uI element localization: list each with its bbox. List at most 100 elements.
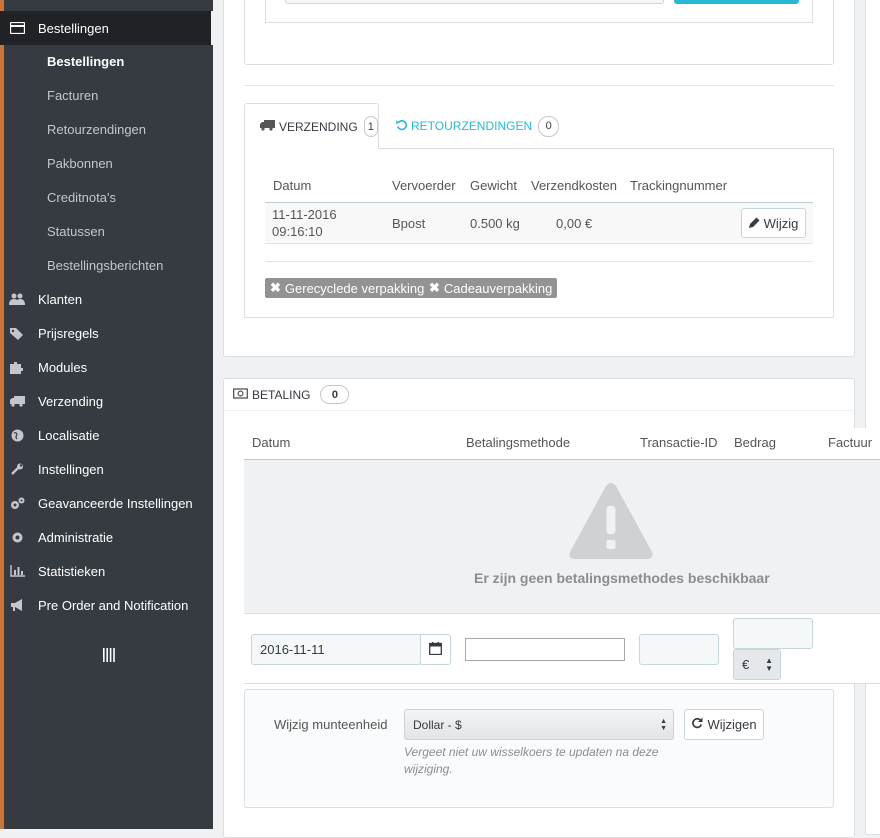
sidebar-item-label: Verzending [38,393,104,409]
tag-label: Cadeauverpakking [443,280,553,296]
cell-cost: 0,00 € [556,216,593,231]
currency-dropdown[interactable]: Dollar - $ ▲ ▼ [404,709,674,740]
sidebar-item-label: Klanten [38,291,83,307]
col-header: Transactie-ID [640,435,718,450]
currency-change-label: Wijzig munteenheid [274,717,388,732]
sidebar: Bestellingen Bestellingen Facturen Retou… [0,0,213,829]
sidebar-item-verzending[interactable]: Verzending [0,384,213,418]
button-label: Wijzigen [707,717,757,732]
truck-icon [9,395,25,407]
dropdown-value: Dollar - $ [413,717,462,732]
sidebar-subitem-retourzendingen[interactable]: Retourzendingen [47,122,146,137]
sidebar-item-administratie[interactable]: Administratie [0,520,213,554]
sidebar-item-modules[interactable]: Modules [0,350,213,384]
cogs-icon [9,497,25,510]
sidebar-item-pre-order[interactable]: Pre Order and Notification [0,588,213,622]
button-label: Wijzig [763,215,799,231]
divider [244,85,834,86]
credit-card-icon [9,22,25,34]
sidebar-item-label: Bestellingen [38,20,109,36]
sidebar-item-label: Instellingen [38,461,104,477]
sidebar-subitem-statussen[interactable]: Statussen [47,224,105,239]
bar-chart-icon [9,565,25,577]
select-arrows-icon: ▲ ▼ [765,656,773,673]
cell-weight: 0.500 kg [470,216,520,231]
sidebar-item-geavanceerde-instellingen[interactable]: Geavanceerde Instellingen [0,486,213,520]
sidebar-subitem-creditnotas[interactable]: Creditnota's [47,190,116,205]
tab-label: VERZENDING [279,119,358,134]
bullhorn-icon [9,598,25,612]
sidebar-item-label: Pre Order and Notification [38,597,189,613]
amount-input[interactable] [733,618,813,649]
col-header: Gewicht [470,178,517,193]
top-primary-button[interactable] [674,0,799,4]
cell-carrier: Bpost [392,216,426,231]
calendar-button[interactable] [420,634,451,665]
table-row [265,202,813,244]
sidebar-item-label: Geavanceerde Instellingen [38,495,193,511]
col-header: Datum [252,435,291,450]
divider [265,261,813,262]
warning-icon [568,482,654,563]
cell-time: 09:16:10 [272,224,323,239]
payment-date-input[interactable]: 2016-11-11 [251,634,421,665]
pencil-icon [748,216,760,231]
payment-method-input[interactable] [465,638,625,661]
col-header: Verzendkosten [531,178,618,193]
sidebar-item-bestellingen[interactable]: Bestellingen [0,11,213,45]
change-currency-button[interactable]: Wijzigen [684,709,764,740]
tab-count-badge: 0 [538,115,560,137]
tag-gift: ✖ Cadeauverpakking [424,278,558,298]
sidebar-collapse-icon[interactable] [103,648,115,665]
select-arrows-icon: ▲ ▼ [660,718,667,732]
currency-value: € [742,657,750,672]
payment-title: BETALING [252,387,311,402]
currency-help-text: Vergeet niet uw wisselkoers te updaten n… [404,745,659,776]
tab-verzending[interactable]: VERZENDING 1 [244,103,379,149]
sidebar-item-label: Modules [38,359,88,375]
sidebar-item-statistieken[interactable]: Statistieken [0,554,213,588]
undo-icon [396,119,408,134]
tab-count-badge: 1 [363,116,378,137]
sidebar-item-localisatie[interactable]: Localisatie [0,418,213,452]
active-marker [211,11,213,45]
empty-state [244,460,880,614]
tag-label: Gerecyclede verpakking [284,280,425,296]
gear-icon [9,531,25,544]
sidebar-item-prijsregels[interactable]: Prijsregels [0,316,213,350]
empty-message: Er zijn geen betalingsmethodes beschikba… [474,570,770,586]
payment-count-badge: 0 [320,385,350,404]
top-input[interactable] [285,0,664,4]
tab-retourzendingen[interactable]: RETOURZENDINGEN 0 [380,112,560,140]
wrench-icon [9,463,25,476]
right-panel-clipped [865,0,880,430]
sidebar-item-instellingen[interactable]: Instellingen [0,452,213,486]
sidebar-item-label: Prijsregels [38,325,99,341]
sidebar-subitem-bestellingen[interactable]: Bestellingen [47,54,124,69]
times-icon: ✖ [429,280,440,295]
sidebar-item-label: Localisatie [38,427,100,443]
col-header: Trackingnummer [630,178,728,193]
times-icon: ✖ [270,280,281,295]
users-icon [9,293,25,305]
col-header: Factuur [828,435,873,450]
tab-label: RETOURZENDINGEN [411,119,533,133]
tags-icon [9,327,25,340]
money-icon [233,387,248,402]
col-header: Bedrag [734,435,776,450]
globe-icon [9,429,25,442]
col-header: Datum [273,178,312,193]
col-header: Vervoerder [392,178,456,193]
sidebar-subitem-facturen[interactable]: Facturen [47,88,98,103]
tag-recycled: ✖ Gerecyclede verpakking [265,278,430,298]
edit-shipping-button[interactable]: Wijzig [741,208,806,238]
sidebar-subitem-pakbonnen[interactable]: Pakbonnen [47,156,113,171]
sidebar-item-klanten[interactable]: Klanten [0,282,213,316]
sidebar-subitem-bestellingsberichten[interactable]: Bestellingsberichten [47,258,163,273]
cell-date: 11-11-2016 [272,207,337,222]
puzzle-icon [9,361,25,374]
refresh-icon [691,717,703,732]
transaction-id-input[interactable] [639,634,719,665]
currency-select[interactable]: € ▲ ▼ [733,649,781,680]
col-header: Betalingsmethode [466,435,571,450]
